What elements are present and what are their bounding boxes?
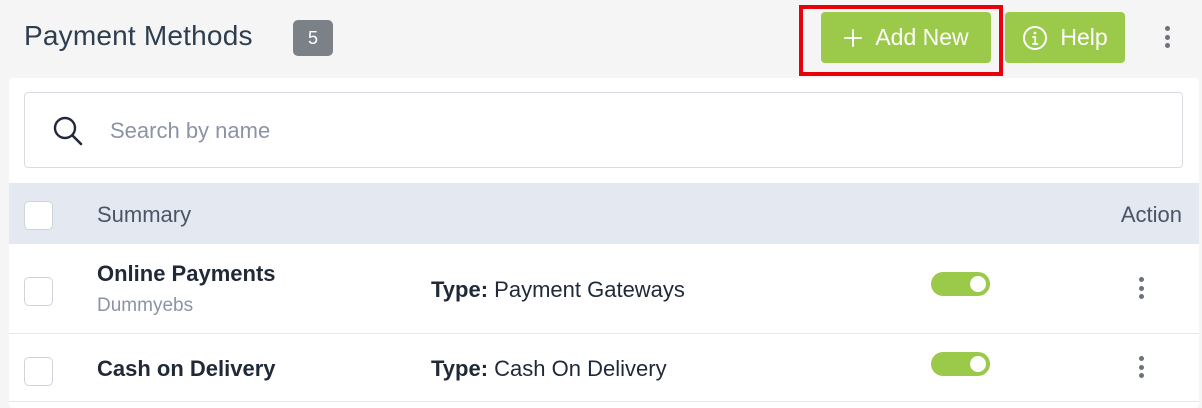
row-actions-icon[interactable] xyxy=(1129,353,1153,381)
more-options-icon[interactable] xyxy=(1155,23,1179,51)
count-badge: 5 xyxy=(293,20,333,56)
row-actions-icon[interactable] xyxy=(1129,274,1153,302)
row-subtitle: Dummyebs xyxy=(97,295,194,316)
add-new-button[interactable]: Add New xyxy=(821,12,991,63)
type-value: Cash On Delivery xyxy=(494,356,667,381)
row-name: Online Payments xyxy=(97,261,276,286)
table-header: Summary Action xyxy=(9,183,1199,244)
column-summary: Summary xyxy=(97,202,192,227)
plus-icon xyxy=(843,28,863,48)
page-title: Payment Methods xyxy=(24,20,253,51)
row-checkbox[interactable] xyxy=(24,277,53,306)
help-button[interactable]: Help xyxy=(1005,12,1125,63)
add-new-label: Add New xyxy=(875,24,969,50)
search-input[interactable] xyxy=(110,113,1160,149)
search-icon xyxy=(52,115,84,152)
table-row: Cash on Delivery Type: Cash On Delivery xyxy=(9,334,1199,402)
row-type: Type: Payment Gateways xyxy=(431,277,685,303)
row-checkbox[interactable] xyxy=(24,357,53,386)
row-type: Type: Cash On Delivery xyxy=(431,356,667,382)
row-name: Cash on Delivery xyxy=(97,356,276,381)
select-all-checkbox[interactable] xyxy=(24,201,53,230)
type-value: Payment Gateways xyxy=(494,277,685,302)
type-label: Type: xyxy=(431,356,489,381)
info-icon xyxy=(1022,25,1048,51)
help-label: Help xyxy=(1060,24,1108,50)
page-header: Payment Methods 5 Add New Help xyxy=(0,0,1202,78)
status-toggle[interactable] xyxy=(931,272,990,296)
type-label: Type: xyxy=(431,277,489,302)
search-box xyxy=(24,92,1183,168)
column-action: Action xyxy=(1120,202,1182,227)
table-row: Online Payments Dummyebs Type: Payment G… xyxy=(9,244,1199,334)
status-toggle[interactable] xyxy=(931,352,990,376)
